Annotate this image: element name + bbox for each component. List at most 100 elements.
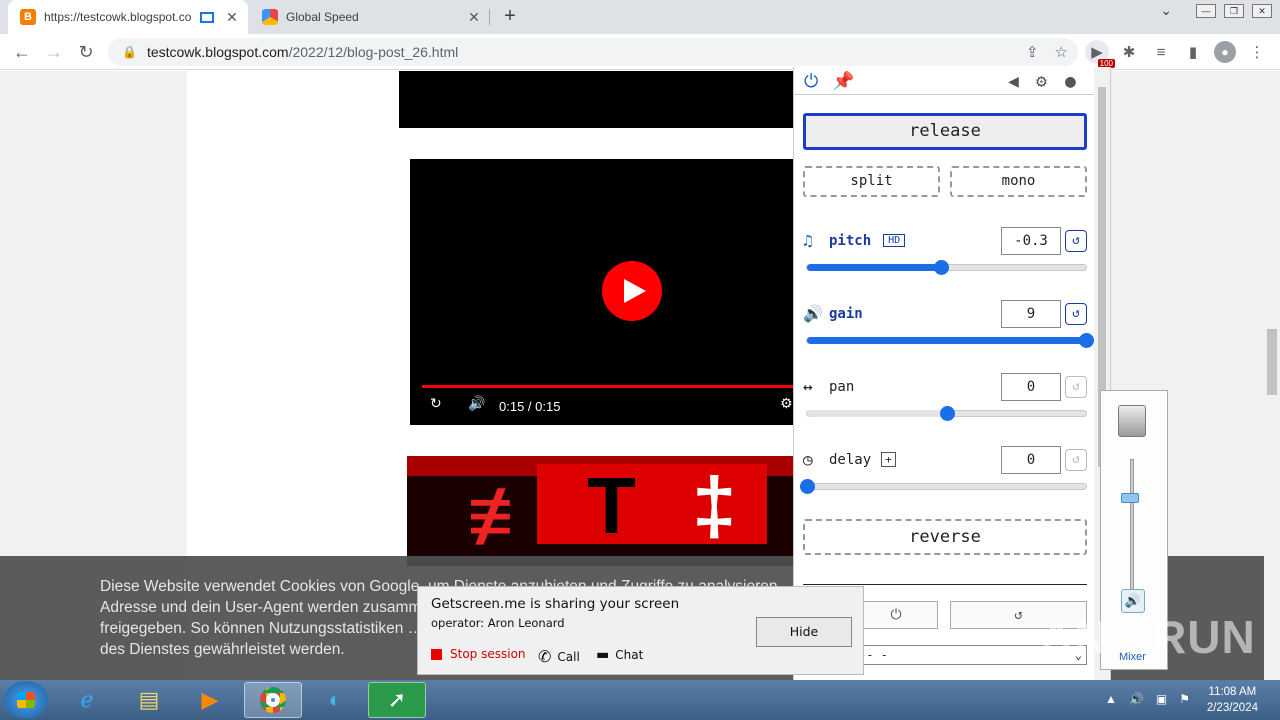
github-icon[interactable]: ● <box>1065 71 1076 92</box>
left-right-arrow-icon: ↔ <box>803 377 813 396</box>
tab-blogspot[interactable]: B https://testcowk.blogspot.co ✕ <box>8 0 248 34</box>
show-hidden-icons-icon[interactable]: ▲ <box>1105 692 1117 706</box>
stop-icon <box>431 648 442 660</box>
forward-button[interactable]: → <box>42 40 66 64</box>
delay-add-button[interactable]: + <box>881 452 896 467</box>
music-note-icon: ♫ <box>803 231 813 250</box>
gain-value-input[interactable]: 9 <box>1001 300 1061 328</box>
speaker-icon: 🔊 <box>803 304 823 323</box>
operator-label: operator: Aron Leonard <box>431 616 565 630</box>
mono-button[interactable]: mono <box>950 166 1087 197</box>
settings-gear-icon[interactable]: ⚙ <box>1036 71 1047 92</box>
bookmark-star-icon[interactable]: ☆ <box>1055 43 1068 61</box>
address-bar[interactable]: 🔒 testcowk.blogspot.com /2022/12/blog-po… <box>108 38 1078 66</box>
gain-slider[interactable] <box>806 333 1094 348</box>
file-explorer-icon[interactable]: ▤ <box>120 682 178 718</box>
chat-button[interactable]: ▬ Chat <box>596 647 643 663</box>
pitch-row: ♫ pitch HD <box>803 231 906 250</box>
pan-slider[interactable] <box>806 406 1087 421</box>
video-time: 0:15 / 0:15 <box>499 399 561 414</box>
reverse-button[interactable]: reverse <box>803 519 1087 555</box>
chrome-icon[interactable] <box>244 682 302 718</box>
extensions-puzzle-icon[interactable]: ✱ <box>1117 40 1141 64</box>
edge-icon[interactable]: ◐ <box>306 682 364 718</box>
video-progress-bar[interactable] <box>422 385 800 388</box>
settings-gear-icon[interactable]: ⚙ <box>780 395 793 412</box>
speaker-device-icon <box>1118 405 1146 437</box>
volume-tray-icon[interactable]: 🔊 <box>1129 692 1144 706</box>
pan-reset-icon[interactable]: ↺ <box>1065 376 1087 398</box>
replay-icon[interactable]: ↻ <box>430 395 442 412</box>
video-thumbnail[interactable]: ≢ T ‡ <box>407 456 800 566</box>
start-button[interactable] <box>4 681 48 719</box>
side-panel-icon[interactable]: ▮ <box>1181 40 1205 64</box>
release-button[interactable]: release <box>803 113 1087 150</box>
delay-reset-icon[interactable]: ↺ <box>1065 449 1087 471</box>
share-icon[interactable]: ⇪ <box>1026 43 1039 61</box>
url-host: testcowk.blogspot.com <box>146 44 289 60</box>
page-scrollbar[interactable] <box>1264 71 1280 680</box>
anyrun-watermark: ANY RUN <box>1040 611 1256 663</box>
hide-button[interactable]: Hide <box>756 617 852 647</box>
call-button[interactable]: ✆ Call <box>538 647 580 666</box>
close-tab-icon[interactable]: ✕ <box>464 9 484 26</box>
screenshare-notification: Getscreen.me is sharing your screen oper… <box>417 586 864 675</box>
tab-search-chevron-icon[interactable]: ⌄ <box>1160 2 1172 19</box>
browser-menu-icon[interactable]: ⋮ <box>1245 40 1269 64</box>
delay-slider[interactable] <box>800 479 1087 494</box>
url-path: /2022/12/blog-post_26.html <box>288 44 459 60</box>
windows-logo-icon <box>17 692 35 708</box>
pan-value-input[interactable]: 0 <box>1001 373 1061 401</box>
hd-toggle[interactable]: HD <box>883 234 906 247</box>
share-title: Getscreen.me is sharing your screen <box>431 596 680 612</box>
pin-icon[interactable]: 📌 <box>832 71 854 92</box>
media-queue-icon[interactable]: ≡ <box>1149 40 1173 64</box>
youtube-player[interactable]: ↻ 🔊 0:15 / 0:15 ⚙ <box>410 159 800 425</box>
taskbar-clock[interactable]: 11:08 AM 2/23/2024 <box>1207 684 1258 716</box>
stop-session-button[interactable]: Stop session <box>431 647 526 661</box>
windows-taskbar: ℯ ▤ ▶ ◐ ➚ ▲ 🔊 ▣ ⚑ 11:08 AM 2/23/2024 <box>0 680 1280 720</box>
delay-label: delay <box>829 451 872 468</box>
gain-reset-icon[interactable]: ↺ <box>1065 303 1087 325</box>
getscreen-icon[interactable]: ➚ <box>368 682 426 718</box>
maximize-button[interactable]: ❐ <box>1224 3 1244 18</box>
split-button[interactable]: split <box>803 166 940 197</box>
network-tray-icon[interactable]: ▣ <box>1156 692 1167 706</box>
profile-avatar-icon[interactable]: ● <box>1213 40 1237 64</box>
delay-value-input[interactable]: 0 <box>1001 446 1061 474</box>
clock-time: 11:08 AM <box>1208 686 1257 698</box>
action-center-flag-icon[interactable]: ⚑ <box>1179 692 1190 706</box>
close-tab-icon[interactable]: ✕ <box>222 9 242 26</box>
volume-slider-handle[interactable] <box>1121 493 1139 503</box>
pitch-value-input[interactable]: -0.3 <box>1001 227 1061 255</box>
media-player-icon[interactable]: ▶ <box>181 682 239 718</box>
system-tray: ▲ 🔊 ▣ ⚑ <box>1105 692 1190 706</box>
tab-title: https://testcowk.blogspot.co <box>44 10 192 24</box>
play-button[interactable] <box>602 261 662 321</box>
gain-row: 🔊 gain <box>803 304 863 323</box>
power-toggle-button[interactable]: ⏻ <box>854 601 938 629</box>
divider <box>803 584 1087 585</box>
internet-explorer-icon[interactable]: ℯ <box>58 682 116 718</box>
screen-share-indicator-icon <box>200 11 214 23</box>
clock-date: 2/23/2024 <box>1206 702 1258 714</box>
pitch-slider[interactable] <box>806 260 1087 275</box>
volume-icon[interactable]: 🔊 <box>468 395 485 412</box>
tab-strip: B https://testcowk.blogspot.co ✕ Global … <box>0 0 1280 34</box>
popup-header: ⏻ 📌 ◀ ⚙ ● <box>794 67 1094 95</box>
close-window-button[interactable]: ✕ <box>1252 3 1272 18</box>
volume-track[interactable] <box>1130 459 1134 599</box>
minimize-button[interactable]: — <box>1196 3 1216 18</box>
pitch-label: pitch <box>829 232 872 249</box>
phone-icon: ✆ <box>538 647 552 666</box>
gain-label: gain <box>829 305 863 322</box>
new-tab-button[interactable]: + <box>498 4 522 28</box>
tab-global-speed[interactable]: Global Speed ✕ <box>250 0 490 34</box>
blogger-icon: B <box>20 9 36 25</box>
global-speed-extension-icon[interactable]: ▶ 100 <box>1085 40 1115 68</box>
power-icon[interactable]: ⏻ <box>804 71 818 92</box>
pitch-reset-icon[interactable]: ↺ <box>1065 230 1087 252</box>
back-arrow-icon[interactable]: ◀ <box>1008 71 1019 92</box>
reload-button[interactable]: ↻ <box>74 40 98 64</box>
back-button[interactable]: ← <box>10 40 34 64</box>
